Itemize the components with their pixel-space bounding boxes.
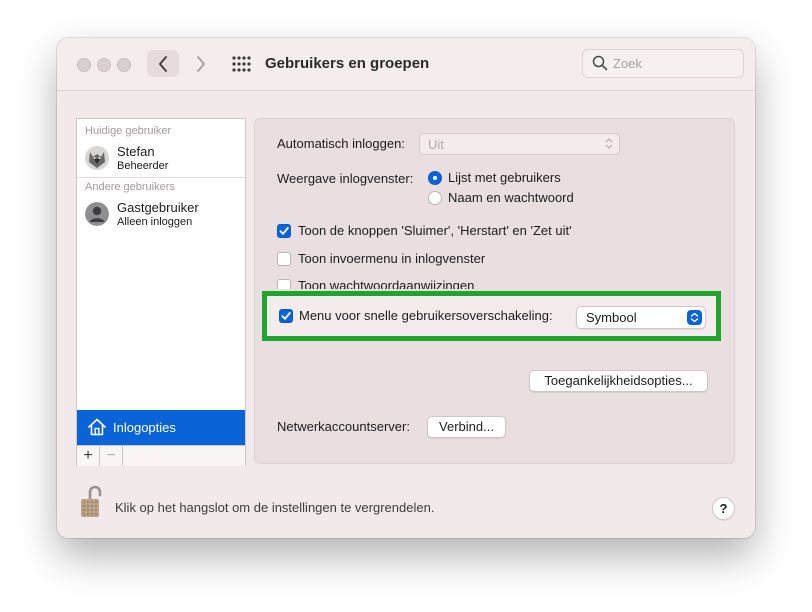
forward-button[interactable] <box>185 50 217 77</box>
person-icon <box>85 202 109 226</box>
login-options-label: Inlogopties <box>113 420 176 435</box>
show-all-grid-icon[interactable] <box>231 55 251 73</box>
select-chevron <box>687 310 702 325</box>
auto-login-popup: Uit <box>419 133 620 155</box>
radio-name-password-label: Naam en wachtwoord <box>448 190 574 205</box>
highlight-box: Menu voor snelle gebruikersoverschakelin… <box>262 291 721 341</box>
user-role: Alleen inloggen <box>117 216 193 228</box>
user-item-guest[interactable]: Gastgebruiker Alleen inloggen <box>85 200 243 232</box>
search-input[interactable] <box>613 54 733 72</box>
user-item-stefan[interactable]: Stefan Beheerder <box>85 144 243 176</box>
fast-user-switching-label: Menu voor snelle gebruikersoverschakelin… <box>299 308 553 323</box>
auto-login-label: Automatisch inloggen: <box>277 136 405 151</box>
chevron-updown-icon <box>690 312 699 323</box>
login-options-item[interactable]: Inlogopties <box>77 410 245 445</box>
connect-button[interactable]: Verbind... <box>427 416 506 438</box>
user-list-sidebar: Huidige gebruiker Stefan Beheerder Ander… <box>76 118 246 466</box>
add-user-button[interactable]: + <box>77 446 100 466</box>
back-button[interactable] <box>147 50 179 77</box>
radio-user-list-label: Lijst met gebruikers <box>448 170 561 185</box>
padlock-open-icon[interactable] <box>79 485 103 519</box>
user-role: Beheerder <box>117 160 169 172</box>
zoom-window-button[interactable] <box>117 58 131 72</box>
window-title: Gebruikers en groepen <box>265 55 430 72</box>
wolf-avatar-icon <box>85 146 109 170</box>
auto-login-value: Uit <box>428 137 444 152</box>
house-icon <box>88 418 106 436</box>
user-name: Gastgebruiker <box>117 200 199 215</box>
search-icon <box>592 55 608 71</box>
checkbox-show-password-hints-label: Toon wachtwoordaanwijzingen <box>298 279 475 289</box>
chevron-left-icon <box>159 55 167 72</box>
checkbox-show-password-hints[interactable] <box>277 279 291 289</box>
checkbox-show-sleep-restart-shutdown-label: Toon de knoppen 'Sluimer', 'Herstart' en… <box>298 223 572 238</box>
remove-user-button[interactable]: − <box>100 446 123 466</box>
avatar-guest <box>85 202 109 226</box>
sidebar-divider <box>77 177 245 178</box>
clipped-row: Toon wachtwoordaanwijzingen <box>277 279 537 289</box>
checkbox-show-input-menu-label: Toon invoermenu in inlogvenster <box>298 251 486 266</box>
add-remove-bar: + − <box>77 445 245 466</box>
checkmark-icon <box>281 312 291 320</box>
checkbox-show-input-menu[interactable] <box>277 252 291 266</box>
accessibility-options-button[interactable]: Toegankelijkheidsopties... <box>529 370 708 392</box>
fast-user-switching-select[interactable]: Symbool <box>576 306 706 329</box>
preferences-window: Gebruikers en groepen Huidige gebruiker … <box>57 38 755 538</box>
avatar-stefan <box>85 146 109 170</box>
display-label: Weergave inlogvenster: <box>277 171 414 186</box>
radio-name-password[interactable] <box>428 191 442 205</box>
minimize-window-button[interactable] <box>97 58 111 72</box>
checkmark-icon <box>279 227 289 235</box>
chevron-updown-icon <box>605 138 613 149</box>
other-users-header: Andere gebruikers <box>85 181 175 193</box>
radio-user-list[interactable] <box>428 171 442 185</box>
search-field[interactable] <box>582 49 744 78</box>
chevron-right-icon <box>197 55 205 72</box>
checkbox-fast-user-switching[interactable] <box>279 309 293 323</box>
title-bar: Gebruikers en groepen <box>57 38 755 91</box>
fast-user-switching-value: Symbool <box>586 310 637 325</box>
network-account-server-label: Netwerkaccountserver: <box>277 419 410 434</box>
lock-hint-text: Klik op het hangslot om de instellingen … <box>115 500 435 515</box>
close-window-button[interactable] <box>77 58 91 72</box>
checkbox-show-sleep-restart-shutdown[interactable] <box>277 224 291 238</box>
current-user-header: Huidige gebruiker <box>85 125 172 137</box>
user-name: Stefan <box>117 144 155 159</box>
help-button[interactable]: ? <box>712 497 735 520</box>
